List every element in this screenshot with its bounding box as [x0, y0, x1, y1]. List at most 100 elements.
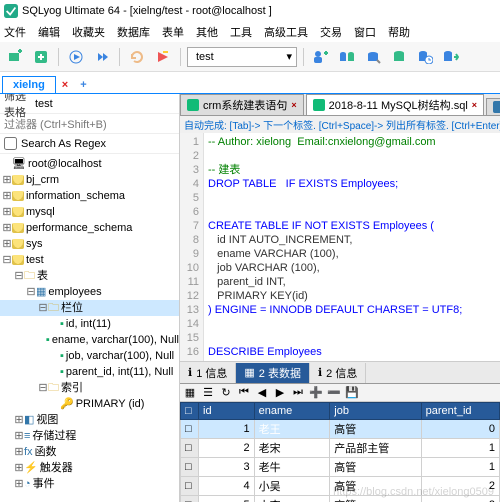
grid-column-header[interactable]: job: [330, 403, 421, 420]
tree-database[interactable]: ⊞information_schema: [0, 188, 179, 204]
grid-row[interactable]: □5小李高管2: [181, 496, 500, 502]
save-icon[interactable]: 💾: [344, 385, 360, 401]
delete-row-icon[interactable]: ➖: [326, 385, 342, 401]
editor-tab[interactable]: crm系统建表语句×: [180, 94, 304, 115]
grid-row[interactable]: □4小吴高管2: [181, 477, 500, 496]
menu-item[interactable]: 窗口: [354, 24, 376, 40]
grid-row-header[interactable]: □: [181, 458, 199, 477]
form-view-icon[interactable]: ☰: [200, 385, 216, 401]
tree-columns-folder[interactable]: ⊟🗀栏位: [0, 300, 179, 316]
tree-tables-folder[interactable]: ⊟🗀表: [0, 268, 179, 284]
result-tab[interactable]: ℹ1 信息: [180, 363, 236, 383]
grid-cell[interactable]: 4: [199, 477, 255, 496]
tree-column[interactable]: ▪ename, varchar(100), Null: [0, 332, 179, 348]
menu-item[interactable]: 表单: [162, 24, 184, 40]
new-query-button[interactable]: [30, 46, 52, 68]
menu-item[interactable]: 高级工具: [264, 24, 308, 40]
menu-item[interactable]: 数据库: [117, 24, 150, 40]
grid-cell[interactable]: 高管: [330, 420, 421, 439]
grid-column-header[interactable]: ename: [254, 403, 330, 420]
grid-row-header[interactable]: □: [181, 496, 199, 502]
menu-item[interactable]: 文件: [4, 24, 26, 40]
grid-cell[interactable]: 1: [421, 439, 499, 458]
result-tab[interactable]: ▦2 表数据: [236, 363, 310, 383]
format-button[interactable]: [152, 46, 174, 68]
grid-cell[interactable]: 1: [421, 458, 499, 477]
close-tab-icon[interactable]: ×: [472, 100, 477, 110]
user-manager-button[interactable]: [310, 46, 332, 68]
grid-cell[interactable]: 2: [199, 439, 255, 458]
grid-cell[interactable]: 产品部主管: [330, 439, 421, 458]
grid-cell[interactable]: 3: [199, 458, 255, 477]
scheduled-backup-button[interactable]: [414, 46, 436, 68]
grid-cell[interactable]: 2: [421, 477, 499, 496]
grid-cell[interactable]: 小吴: [254, 477, 330, 496]
menu-item[interactable]: 编辑: [38, 24, 60, 40]
tree-column[interactable]: ▪job, varchar(100), Null: [0, 348, 179, 364]
tree-database[interactable]: ⊞performance_schema: [0, 220, 179, 236]
execute-button[interactable]: [65, 46, 87, 68]
import-button[interactable]: [440, 46, 462, 68]
editor-tab[interactable]: 2018-8-11 MySQL树结构.sql×: [306, 94, 484, 115]
regex-checkbox[interactable]: [4, 137, 17, 150]
menu-item[interactable]: 交易: [320, 24, 342, 40]
tree-folder[interactable]: ⊞⚡触发器: [0, 460, 179, 476]
grid-cell[interactable]: 老宋: [254, 439, 330, 458]
tree-table[interactable]: ⊟▦employees: [0, 284, 179, 300]
tree-database[interactable]: ⊞bj_crm: [0, 172, 179, 188]
grid-row-header[interactable]: □: [181, 439, 199, 458]
menu-item[interactable]: 工具: [230, 24, 252, 40]
prev-page-icon[interactable]: ◀: [254, 385, 270, 401]
last-page-icon[interactable]: ⏭: [290, 385, 306, 401]
tree-folder[interactable]: ⊞fx函数: [0, 444, 179, 460]
sql-editor[interactable]: 12345678910111213141516 -- Author: xielo…: [180, 133, 500, 362]
grid-cell[interactable]: 0: [421, 420, 499, 439]
grid-cell[interactable]: 高管: [330, 458, 421, 477]
grid-row[interactable]: □3老牛高管1: [181, 458, 500, 477]
grid-row[interactable]: □1老王高管0: [181, 420, 500, 439]
grid-cell[interactable]: 1: [199, 420, 255, 439]
tree-index[interactable]: 🔑PRIMARY (id): [0, 396, 179, 412]
grid-cell[interactable]: 老牛: [254, 458, 330, 477]
tree-column[interactable]: ▪id, int(11): [0, 316, 179, 332]
tree-database[interactable]: ⊞mysql: [0, 204, 179, 220]
tree-root[interactable]: 🖥root@localhost: [0, 156, 179, 172]
menu-item[interactable]: 收藏夹: [72, 24, 105, 40]
connection-tab[interactable]: xielng: [2, 76, 56, 93]
tree-folder[interactable]: ⊞◔事件: [0, 476, 179, 492]
result-grid[interactable]: □idenamejobparent_id□1老王高管0□2老宋产品部主管1□3老…: [180, 402, 500, 502]
tree-folder[interactable]: ⊞≡存储过程: [0, 428, 179, 444]
grid-cell[interactable]: 高管: [330, 496, 421, 502]
tree-folder[interactable]: ⊞◧视图: [0, 412, 179, 428]
first-page-icon[interactable]: ⏮: [236, 385, 252, 401]
backup-button[interactable]: [388, 46, 410, 68]
grid-row[interactable]: □2老宋产品部主管1: [181, 439, 500, 458]
close-connection-icon[interactable]: ×: [56, 77, 74, 93]
database-selector[interactable]: test ▾: [187, 47, 297, 67]
new-connection-button[interactable]: [4, 46, 26, 68]
execute-all-button[interactable]: [91, 46, 113, 68]
grid-view-icon[interactable]: ▦: [182, 385, 198, 401]
grid-row-header[interactable]: □: [181, 420, 199, 439]
menu-item[interactable]: 其他: [196, 24, 218, 40]
grid-cell[interactable]: 5: [199, 496, 255, 502]
refresh-grid-icon[interactable]: ↻: [218, 385, 234, 401]
schema-sync-button[interactable]: [336, 46, 358, 68]
add-row-icon[interactable]: ➕: [308, 385, 324, 401]
tree-indexes-folder[interactable]: ⊟🗀索引: [0, 380, 179, 396]
grid-row-header[interactable]: □: [181, 477, 199, 496]
grid-cell[interactable]: 小李: [254, 496, 330, 502]
object-tree[interactable]: 🖥root@localhost⊞bj_crm⊞information_schem…: [0, 154, 179, 502]
add-connection-icon[interactable]: +: [74, 77, 92, 93]
refresh-button[interactable]: [126, 46, 148, 68]
tree-database[interactable]: ⊞sys: [0, 236, 179, 252]
editor-tab[interactable]: employees×: [486, 98, 500, 115]
data-sync-button[interactable]: [362, 46, 384, 68]
result-tab[interactable]: ℹ2 信息: [310, 363, 366, 383]
filter-input[interactable]: [33, 95, 179, 113]
code-area[interactable]: -- Author: xielong Email:cnxielong@gmail…: [204, 133, 500, 361]
tree-column[interactable]: ▪parent_id, int(11), Null: [0, 364, 179, 380]
tree-database[interactable]: ⊟test: [0, 252, 179, 268]
grid-column-header[interactable]: id: [199, 403, 255, 420]
grid-column-header[interactable]: parent_id: [421, 403, 499, 420]
